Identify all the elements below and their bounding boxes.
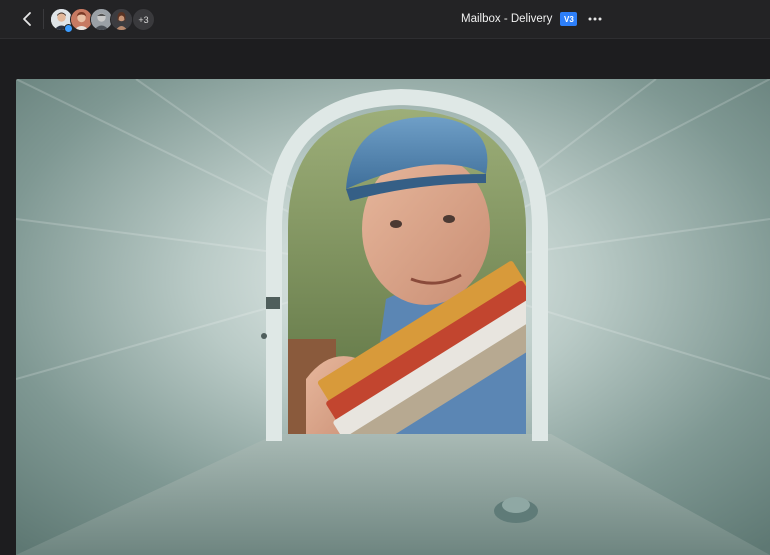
back-button[interactable] [16,8,38,30]
divider [43,9,44,29]
page-title: Mailbox - Delivery [461,13,553,25]
video-still-image [16,79,770,555]
chevron-left-icon [23,12,31,26]
title-group: Mailbox - Delivery V3 [461,10,603,28]
version-badge[interactable]: V3 [560,12,578,26]
avatar[interactable] [110,8,133,31]
more-options-button[interactable] [587,12,603,26]
more-users-count[interactable]: +3 [132,8,155,31]
video-frame[interactable] [16,79,770,555]
ellipsis-icon [588,17,602,21]
online-indicator [64,24,73,33]
top-bar: +3 Mailbox - Delivery V3 [0,0,770,39]
